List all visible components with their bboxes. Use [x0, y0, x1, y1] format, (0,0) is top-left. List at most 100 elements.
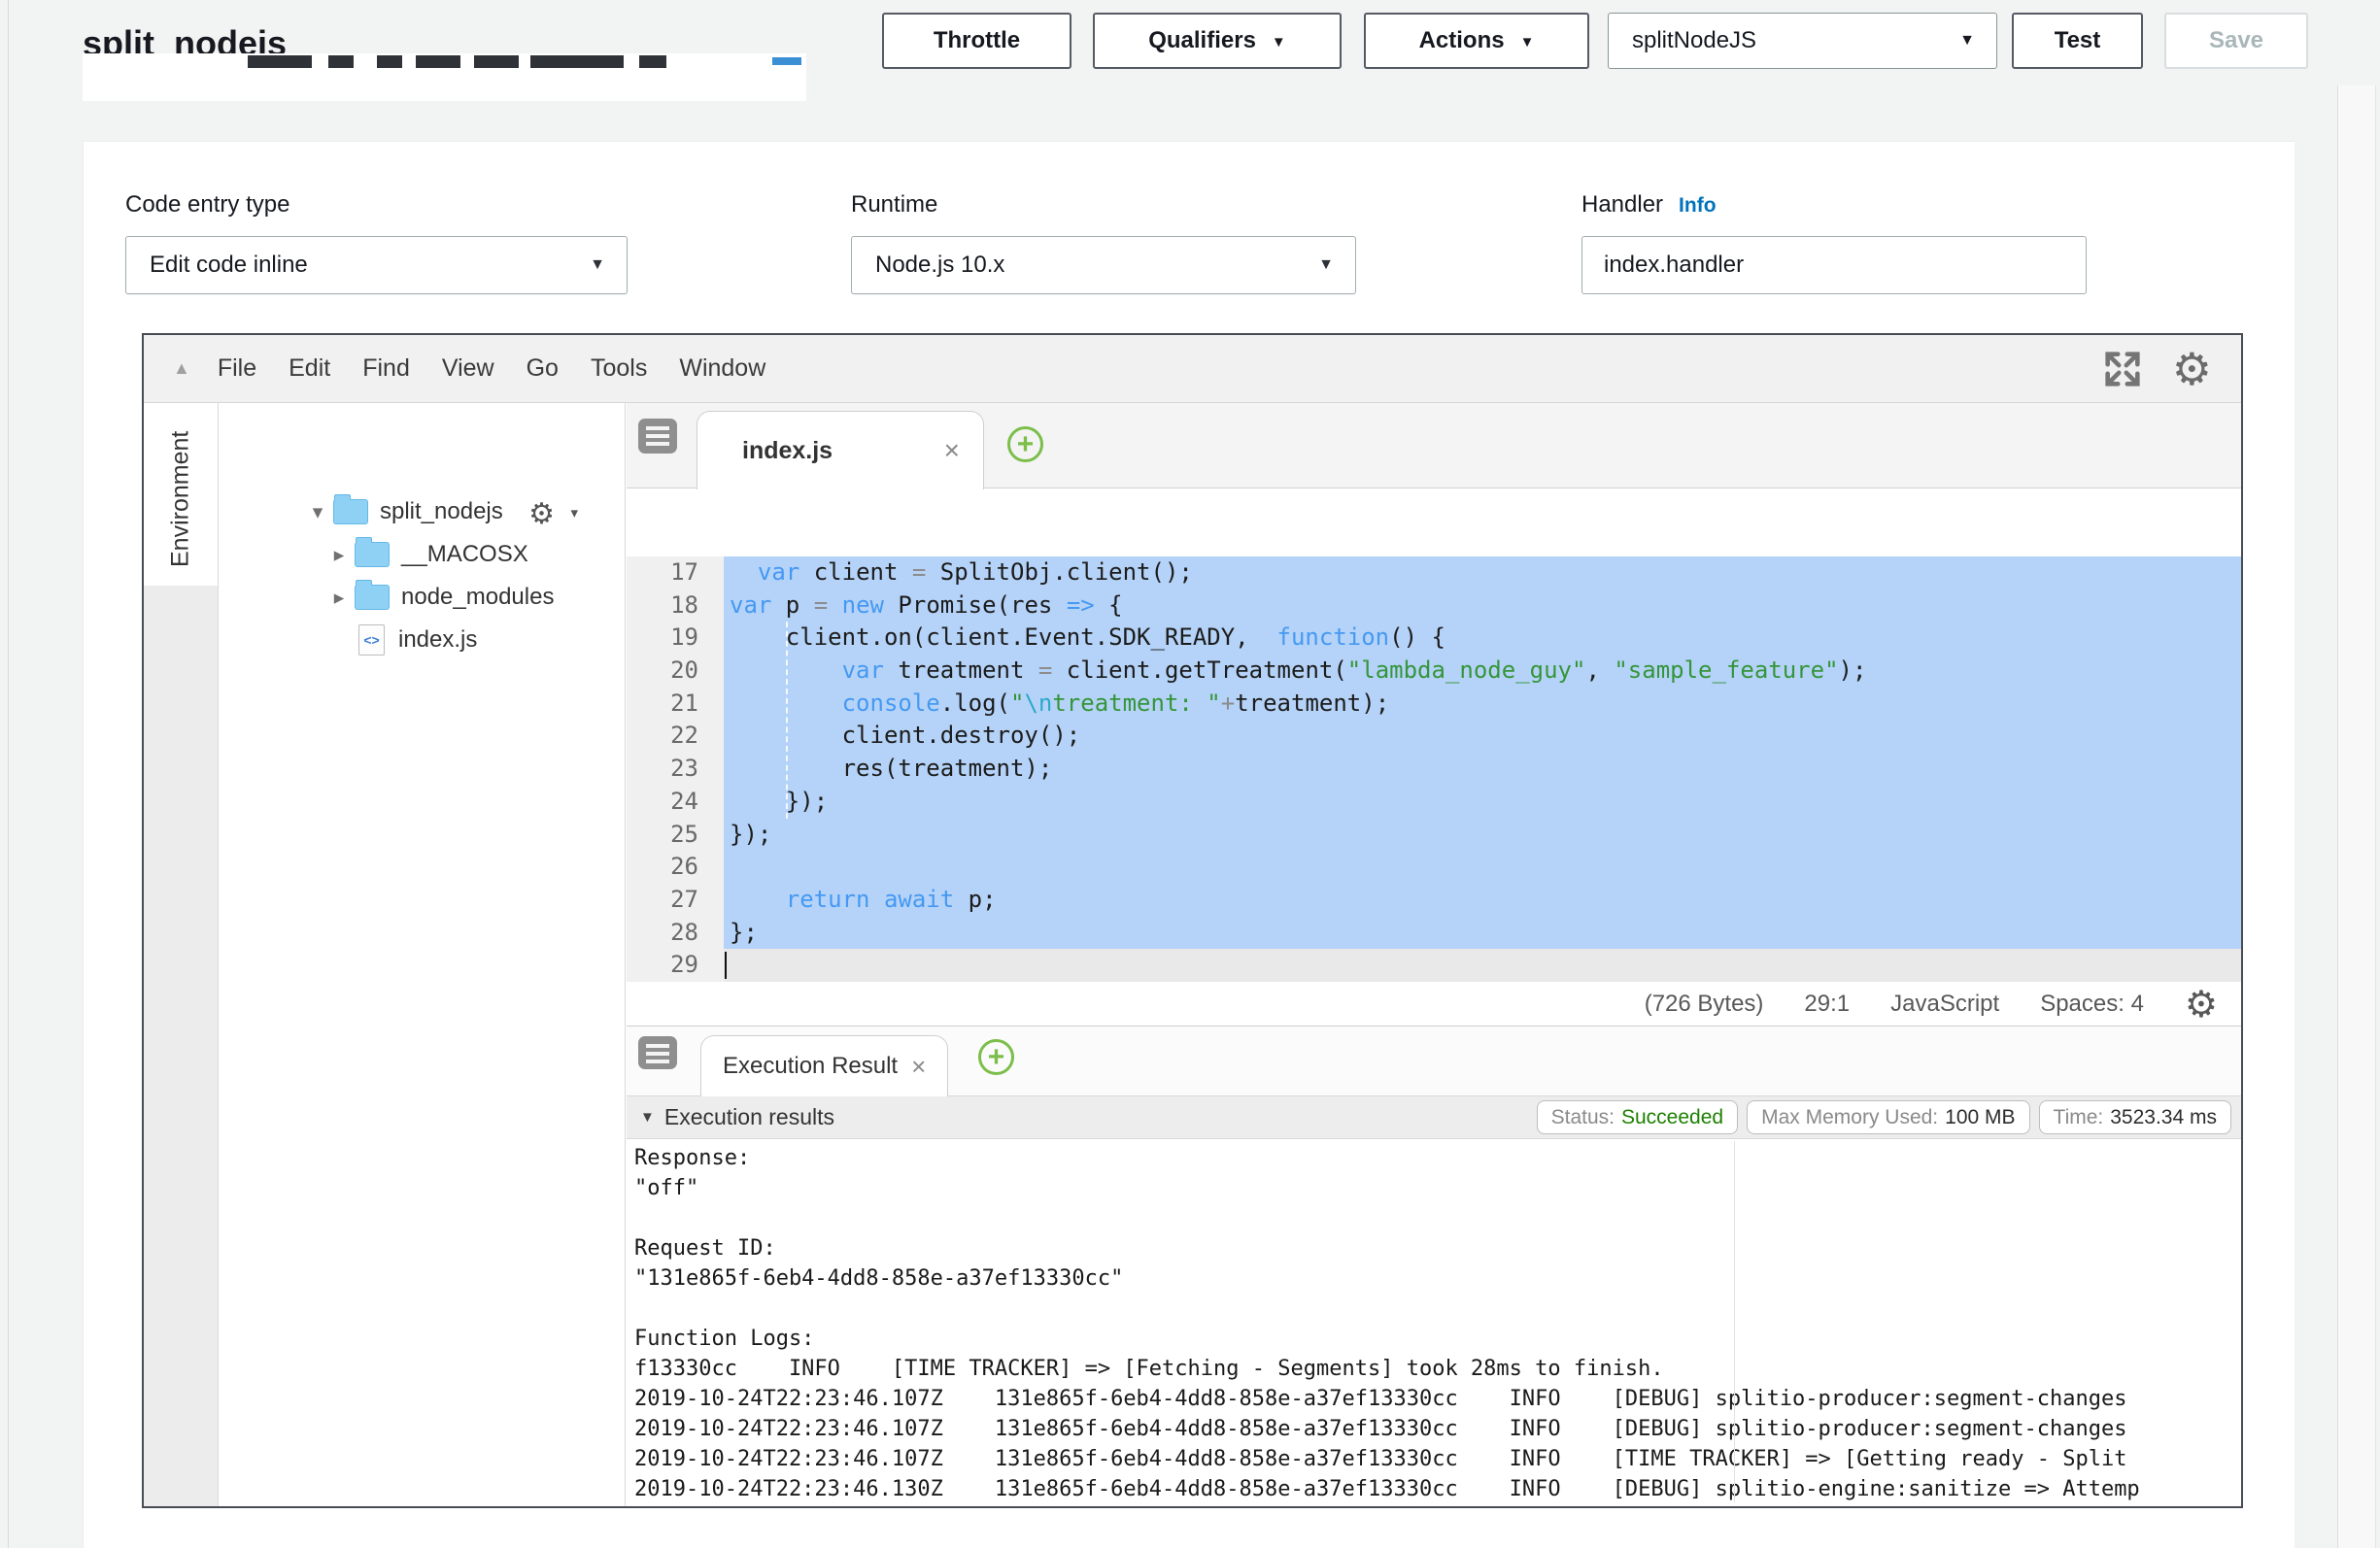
console-output-line: "off" [634, 1173, 2241, 1203]
code-line-content[interactable]: }); [724, 786, 2241, 819]
code-line-content[interactable]: }); [724, 819, 2241, 852]
line-number[interactable]: 18 [627, 589, 724, 623]
test-event-select[interactable]: splitNodeJS ▼ [1608, 13, 1997, 69]
code-line-content[interactable] [724, 949, 2241, 982]
badge-value: 3523.34 ms [2110, 1106, 2217, 1129]
execution-results-title[interactable]: Execution results [664, 1104, 834, 1130]
actions-button[interactable]: Actions ▼ [1364, 13, 1589, 69]
chevron-down-icon: ▾ [570, 504, 578, 522]
code-line-22[interactable]: 22 client.destroy(); [627, 720, 2241, 753]
clipped-text-fragment [416, 55, 460, 68]
tree-item--macosx[interactable]: ▸ __MACOSX [219, 533, 625, 576]
tree-item-split-nodejs[interactable]: ▾ split_nodejs ⚙ ▾ [219, 490, 625, 533]
statusbar-settings-gear-icon[interactable]: ⚙ [2185, 986, 2218, 1023]
code-line-content[interactable]: return await p; [724, 884, 2241, 917]
tree-item-index-js[interactable]: <>index.js [219, 619, 625, 661]
test-button[interactable]: Test [2012, 13, 2143, 69]
menu-item-file[interactable]: File [218, 354, 256, 382]
code-line-24[interactable]: 24 }); [627, 786, 2241, 819]
code-line-content[interactable]: var client = SplitObj.client(); [724, 556, 2241, 589]
line-number[interactable]: 24 [627, 786, 724, 819]
tree-item-node-modules[interactable]: ▸node_modules [219, 576, 625, 619]
code-line-27[interactable]: 27 return await p; [627, 884, 2241, 917]
fullscreen-icon[interactable] [2100, 347, 2145, 391]
clipped-text-fragment [530, 55, 624, 68]
line-number[interactable]: 28 [627, 917, 724, 950]
handler-info-link[interactable]: Info [1679, 194, 1716, 217]
code-line-20[interactable]: 20 var treatment = client.getTreatment("… [627, 655, 2241, 688]
tree-item-label: __MACOSX [401, 541, 528, 568]
test-event-selected-value: splitNodeJS [1632, 27, 1756, 54]
folder-icon [355, 585, 390, 610]
tree-caret-icon[interactable]: ▾ [308, 500, 327, 524]
code-line-content[interactable]: }; [724, 917, 2241, 950]
code-line-21[interactable]: 21 console.log("\ntreatment: "+treatment… [627, 688, 2241, 721]
console-output-line: Function Logs: [634, 1324, 2241, 1354]
environment-tab[interactable]: Environment [144, 403, 218, 586]
tree-caret-icon[interactable]: ▸ [329, 586, 349, 610]
throttle-button[interactable]: Throttle [882, 13, 1071, 69]
page-scrollbar[interactable] [2337, 85, 2376, 1548]
qualifiers-button[interactable]: Qualifiers ▼ [1093, 13, 1342, 69]
line-number[interactable]: 20 [627, 655, 724, 688]
line-number[interactable]: 19 [627, 622, 724, 655]
code-line-26[interactable]: 26 [627, 851, 2241, 884]
tree-caret-icon[interactable]: ▸ [329, 543, 349, 567]
runtime-select[interactable]: Node.js 10.x ▼ [851, 236, 1356, 294]
menu-item-find[interactable]: Find [362, 354, 410, 382]
handler-input[interactable] [1581, 236, 2087, 294]
line-number[interactable]: 17 [627, 556, 724, 589]
line-number[interactable]: 21 [627, 688, 724, 721]
editor-tabbar: index.js × + [627, 403, 2241, 488]
code-line-content[interactable] [724, 851, 2241, 884]
tab-index-js[interactable]: index.js × [697, 411, 984, 489]
menu-item-view[interactable]: View [442, 354, 494, 382]
menu-item-edit[interactable]: Edit [289, 354, 330, 382]
menu-item-window[interactable]: Window [679, 354, 765, 382]
line-number[interactable]: 26 [627, 851, 724, 884]
tree-settings-gear-icon[interactable]: ⚙ [528, 497, 555, 531]
line-number[interactable]: 25 [627, 819, 724, 852]
code-line-29[interactable]: 29 [627, 949, 2241, 982]
code-line-25[interactable]: 25}); [627, 819, 2241, 852]
close-tab-icon[interactable]: × [911, 1052, 926, 1082]
line-number[interactable]: 29 [627, 949, 724, 982]
runtime-value: Node.js 10.x [875, 252, 1004, 279]
code-editing-area[interactable]: 17 var client = SplitObj.client();18var … [627, 556, 2241, 982]
code-line-19[interactable]: 19 client.on(client.Event.SDK_READY, fun… [627, 622, 2241, 655]
code-line-content[interactable]: var p = new Promise(res => { [724, 589, 2241, 623]
runtime-label: Runtime [851, 191, 937, 219]
indentation-indicator[interactable]: Spaces: 4 [2040, 991, 2144, 1018]
code-entry-type-select[interactable]: Edit code inline ▼ [125, 236, 628, 294]
menu-item-tools[interactable]: Tools [591, 354, 647, 382]
save-button[interactable]: Save [2164, 13, 2308, 69]
language-mode-indicator[interactable]: JavaScript [1890, 991, 1999, 1018]
collapse-results-icon[interactable]: ▼ [640, 1109, 655, 1126]
code-line-23[interactable]: 23 res(treatment); [627, 753, 2241, 786]
code-line-18[interactable]: 18var p = new Promise(res => { [627, 589, 2241, 623]
new-console-tab-icon[interactable]: + [978, 1039, 1014, 1075]
code-line-content[interactable]: res(treatment); [724, 753, 2241, 786]
line-number[interactable]: 22 [627, 720, 724, 753]
editor-settings-gear-icon[interactable]: ⚙ [2172, 347, 2212, 391]
cursor-position-indicator[interactable]: 29:1 [1804, 991, 1850, 1018]
code-line-content[interactable]: client.on(client.Event.SDK_READY, functi… [724, 622, 2241, 655]
badge-status: Status:Succeeded [1537, 1100, 1738, 1134]
console-tab-list-icon[interactable] [638, 1036, 677, 1069]
tree-item-label: split_nodejs [380, 498, 503, 525]
close-tab-icon[interactable]: × [944, 435, 960, 466]
tab-list-icon[interactable] [638, 419, 677, 454]
new-tab-icon[interactable]: + [1007, 426, 1043, 462]
code-line-content[interactable]: var treatment = client.getTreatment("lam… [724, 655, 2241, 688]
tab-execution-result[interactable]: Execution Result × [700, 1035, 948, 1096]
console-output-line: Sanitized and processed value => [lambda… [634, 1504, 2241, 1506]
menu-item-go[interactable]: Go [527, 354, 559, 382]
code-line-17[interactable]: 17 var client = SplitObj.client(); [627, 556, 2241, 589]
line-number[interactable]: 27 [627, 884, 724, 917]
code-line-content[interactable]: client.destroy(); [724, 720, 2241, 753]
collapse-menubar-icon[interactable]: ▲ [173, 358, 190, 379]
folder-icon [355, 542, 390, 567]
line-number[interactable]: 23 [627, 753, 724, 786]
code-line-content[interactable]: console.log("\ntreatment: "+treatment); [724, 688, 2241, 721]
code-line-28[interactable]: 28}; [627, 917, 2241, 950]
